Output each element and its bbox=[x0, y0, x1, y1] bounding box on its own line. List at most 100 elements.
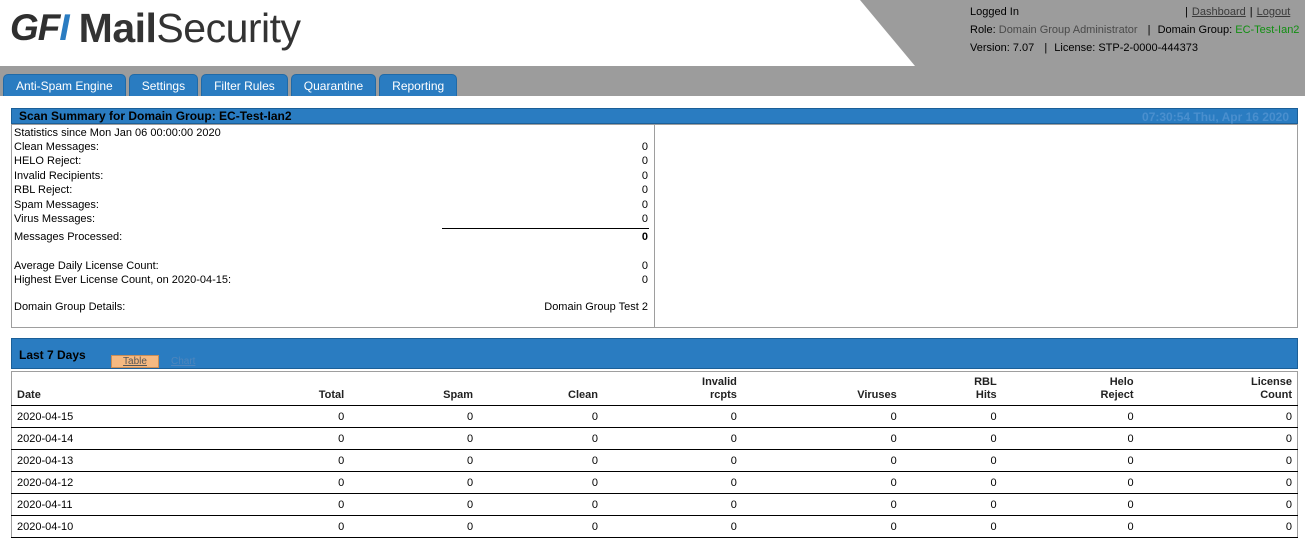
logo-gfi: GFI bbox=[10, 7, 70, 48]
cell-viruses: 0 bbox=[741, 493, 902, 516]
cell-rbl-hits: 0 bbox=[901, 427, 1002, 450]
cell-clean: 0 bbox=[478, 427, 603, 450]
column-header-helo-reject: Helo Reject bbox=[1001, 371, 1139, 406]
cell-spam: 0 bbox=[349, 493, 479, 516]
cell-total: 0 bbox=[111, 405, 350, 428]
cell-invalid-rcpts: 0 bbox=[602, 449, 742, 472]
main-tabs: Anti-Spam Engine Settings Filter Rules Q… bbox=[3, 74, 458, 96]
cell-spam: 0 bbox=[349, 449, 479, 472]
scan-summary-stats: Statistics since Mon Jan 06 00:00:00 202… bbox=[12, 125, 655, 327]
cell-date: 2020-04-13 bbox=[11, 449, 112, 472]
logo-mail: Mail bbox=[78, 4, 157, 51]
cell-rbl-hits: 0 bbox=[901, 405, 1002, 428]
cell-rbl-hits: 0 bbox=[901, 449, 1002, 472]
cell-viruses: 0 bbox=[741, 449, 902, 472]
cell-helo-reject: 0 bbox=[1001, 449, 1139, 472]
last-7-days-header: Last 7 Days Table Chart bbox=[11, 338, 1298, 369]
cell-clean: 0 bbox=[478, 493, 603, 516]
cell-license-count: 0 bbox=[1138, 493, 1298, 516]
domain-group-label: Domain Group: bbox=[1157, 24, 1233, 36]
table-row: 2020-04-13 0 0 0 0 0 0 0 0 bbox=[11, 449, 1298, 472]
cell-rbl-hits: 0 bbox=[901, 493, 1002, 516]
cell-invalid-rcpts: 0 bbox=[602, 493, 742, 516]
scan-summary-header: Scan Summary for Domain Group: EC-Test-I… bbox=[11, 108, 1298, 124]
dashboard-link[interactable]: Dashboard bbox=[1192, 6, 1246, 18]
cell-total: 0 bbox=[111, 427, 350, 450]
tab-anti-spam-engine[interactable]: Anti-Spam Engine bbox=[3, 74, 126, 96]
domain-group-value: EC-Test-Ian2 bbox=[1235, 24, 1300, 36]
cell-total: 0 bbox=[111, 471, 350, 494]
cell-clean: 0 bbox=[478, 471, 603, 494]
cell-spam: 0 bbox=[349, 405, 479, 428]
cell-invalid-rcpts: 0 bbox=[602, 405, 742, 428]
column-header-spam: Spam bbox=[349, 371, 479, 406]
last-7-days-title: Last 7 Days bbox=[19, 348, 86, 362]
user-info: Logged In | Dashboard | Logout Role: Domain… bbox=[970, 6, 1300, 54]
cell-helo-reject: 0 bbox=[1001, 427, 1139, 450]
cell-license-count: 0 bbox=[1138, 449, 1298, 472]
column-header-date: Date bbox=[11, 371, 112, 406]
cell-date: 2020-04-12 bbox=[11, 471, 112, 494]
tab-settings[interactable]: Settings bbox=[128, 74, 199, 96]
cell-clean: 0 bbox=[478, 405, 603, 428]
cell-total: 0 bbox=[111, 449, 350, 472]
cell-invalid-rcpts: 0 bbox=[602, 471, 742, 494]
cell-total: 0 bbox=[111, 493, 350, 516]
sum-divider bbox=[442, 228, 649, 229]
cell-viruses: 0 bbox=[741, 471, 902, 494]
cell-clean: 0 bbox=[478, 449, 603, 472]
table-row: 2020-04-12 0 0 0 0 0 0 0 0 bbox=[11, 471, 1298, 494]
cell-license-count: 0 bbox=[1138, 427, 1298, 450]
cell-rbl-hits: 0 bbox=[901, 471, 1002, 494]
column-header-viruses: Viruses bbox=[741, 371, 902, 406]
gfi-mailsecurity-logo: GFI Mail Security bbox=[10, 4, 301, 51]
table-view-button[interactable]: Table bbox=[111, 355, 159, 368]
cell-license-count: 0 bbox=[1138, 405, 1298, 428]
column-header-invalid-rcpts: Invalid rcpts bbox=[602, 371, 742, 406]
cell-license-count: 0 bbox=[1138, 515, 1298, 538]
scan-summary-panel: Statistics since Mon Jan 06 00:00:00 202… bbox=[11, 124, 1298, 328]
cell-license-count: 0 bbox=[1138, 471, 1298, 494]
cell-viruses: 0 bbox=[741, 515, 902, 538]
cell-helo-reject: 0 bbox=[1001, 471, 1139, 494]
role-value: Domain Group Administrator bbox=[998, 24, 1138, 36]
tab-reporting[interactable]: Reporting bbox=[379, 74, 458, 96]
cell-total: 0 bbox=[111, 515, 350, 538]
table-header-row: Date Total Spam Clean Invalid rcpts Viruses RBL… bbox=[11, 371, 1298, 406]
table-row: 2020-04-14 0 0 0 0 0 0 0 0 bbox=[11, 427, 1298, 450]
cell-date: 2020-04-14 bbox=[11, 427, 112, 450]
logged-in-label: Logged In bbox=[970, 6, 1019, 18]
logout-link[interactable]: Logout bbox=[1257, 6, 1291, 18]
license-label: License: bbox=[1054, 42, 1096, 54]
cell-helo-reject: 0 bbox=[1001, 515, 1139, 538]
cell-viruses: 0 bbox=[741, 405, 902, 428]
cell-helo-reject: 0 bbox=[1001, 493, 1139, 516]
license-value: STP-2-0000-444373 bbox=[1098, 42, 1199, 54]
cell-clean: 0 bbox=[478, 515, 603, 538]
version-label: Version: bbox=[970, 42, 1010, 54]
cell-date: 2020-04-15 bbox=[11, 405, 112, 428]
logo-security: Security bbox=[156, 4, 301, 51]
scan-summary-title: Scan Summary for Domain Group: EC-Test-I… bbox=[19, 109, 292, 123]
cell-spam: 0 bbox=[349, 515, 479, 538]
table-row: 2020-04-11 0 0 0 0 0 0 0 0 bbox=[11, 493, 1298, 516]
table-row: 2020-04-15 0 0 0 0 0 0 0 0 bbox=[11, 405, 1298, 428]
cell-spam: 0 bbox=[349, 427, 479, 450]
table-row: 2020-04-10 0 0 0 0 0 0 0 0 bbox=[11, 515, 1298, 538]
last-7-days-table: Date Total Spam Clean Invalid rcpts Viruses RBL… bbox=[11, 371, 1298, 538]
timestamp: 07:30:54 Thu, Apr 16 2020 bbox=[1142, 110, 1289, 124]
cell-invalid-rcpts: 0 bbox=[602, 427, 742, 450]
column-header-license-count: License Count bbox=[1138, 371, 1298, 406]
cell-date: 2020-04-11 bbox=[11, 493, 112, 516]
chart-view-button[interactable]: Chart bbox=[171, 356, 195, 367]
column-header-total: Total bbox=[111, 371, 350, 406]
column-header-clean: Clean bbox=[478, 371, 603, 406]
version-value: 7.07 bbox=[1012, 42, 1035, 54]
cell-viruses: 0 bbox=[741, 427, 902, 450]
tab-quarantine[interactable]: Quarantine bbox=[290, 74, 377, 96]
cell-invalid-rcpts: 0 bbox=[602, 515, 742, 538]
column-header-rbl-hits: RBL Hits bbox=[901, 371, 1002, 406]
role-label: Role: bbox=[970, 24, 996, 36]
tab-filter-rules[interactable]: Filter Rules bbox=[201, 74, 288, 96]
cell-helo-reject: 0 bbox=[1001, 405, 1139, 428]
